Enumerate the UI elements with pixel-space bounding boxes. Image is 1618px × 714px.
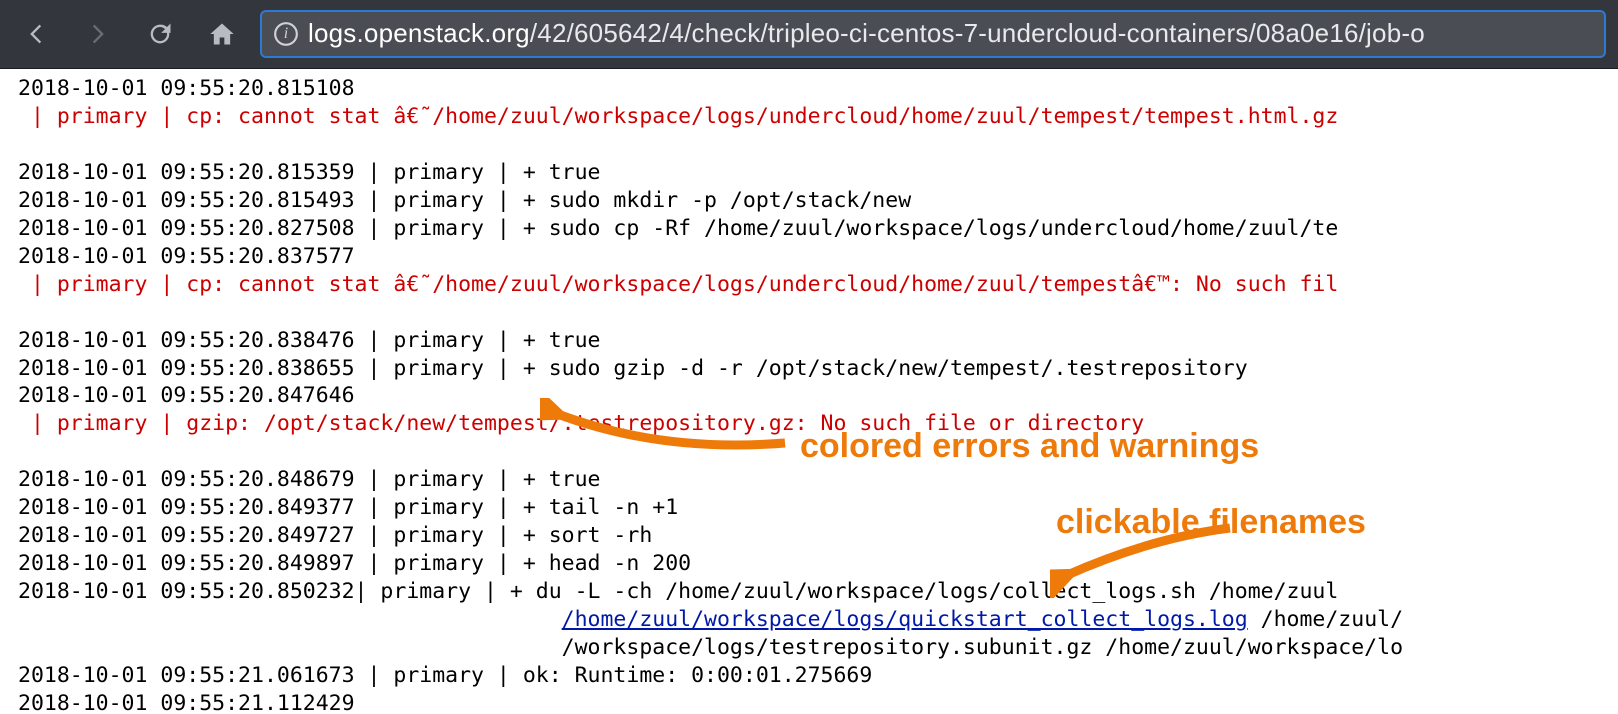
home-button[interactable] <box>198 10 246 58</box>
log-line: 2018-10-01 09:55:21.112429 <box>18 690 1600 714</box>
log-line: 2018-10-01 09:55:20.815493 | primary | +… <box>18 187 1600 215</box>
log-line: 2018-10-01 09:55:20.838655 | primary | +… <box>18 355 1600 383</box>
log-line <box>18 438 1600 466</box>
log-line: 2018-10-01 09:55:20.849377 | primary | +… <box>18 494 1600 522</box>
log-line: 2018-10-01 09:55:20.827508 | primary | +… <box>18 215 1600 243</box>
log-line: 2018-10-01 09:55:20.847646 <box>18 382 1600 410</box>
back-button[interactable] <box>12 10 60 58</box>
log-line-error: | primary | gzip: /opt/stack/new/tempest… <box>18 410 1600 438</box>
reload-icon <box>146 20 174 48</box>
log-line: 2018-10-01 09:55:21.061673 | primary | o… <box>18 662 1600 690</box>
log-line-error: | primary | cp: cannot stat â€˜/home/zuu… <box>18 103 1600 131</box>
browser-toolbar: i logs.openstack.org/42/605642/4/check/t… <box>0 0 1618 69</box>
log-line <box>18 299 1600 327</box>
site-info-icon[interactable]: i <box>272 20 300 48</box>
url-bar[interactable]: i logs.openstack.org/42/605642/4/check/t… <box>260 10 1606 58</box>
log-line: 2018-10-01 09:55:20.815359 | primary | +… <box>18 159 1600 187</box>
log-line: 2018-10-01 09:55:20.849897 | primary | +… <box>18 550 1600 578</box>
back-icon <box>22 20 50 48</box>
log-line: 2018-10-01 09:55:20.850232| primary | + … <box>18 578 1600 606</box>
url-text: logs.openstack.org/42/605642/4/check/tri… <box>308 17 1594 51</box>
log-line: 2018-10-01 09:55:20.815108 <box>18 75 1600 103</box>
forward-icon <box>84 20 112 48</box>
forward-button[interactable] <box>74 10 122 58</box>
log-line: /workspace/logs/testrepository.subunit.g… <box>18 634 1600 662</box>
log-line: 2018-10-01 09:55:20.848679 | primary | +… <box>18 466 1600 494</box>
reload-button[interactable] <box>136 10 184 58</box>
home-icon <box>208 20 236 48</box>
log-line-error: | primary | cp: cannot stat â€˜/home/zuu… <box>18 271 1600 299</box>
log-viewer: 2018-10-01 09:55:20.815108 | primary | c… <box>0 69 1618 714</box>
log-line: /home/zuul/workspace/logs/quickstart_col… <box>18 606 1600 634</box>
log-line <box>18 131 1600 159</box>
log-line: 2018-10-01 09:55:20.837577 <box>18 243 1600 271</box>
log-line: 2018-10-01 09:55:20.838476 | primary | +… <box>18 327 1600 355</box>
log-file-link[interactable]: /home/zuul/workspace/logs/quickstart_col… <box>562 607 1248 632</box>
log-line: 2018-10-01 09:55:20.849727 | primary | +… <box>18 522 1600 550</box>
